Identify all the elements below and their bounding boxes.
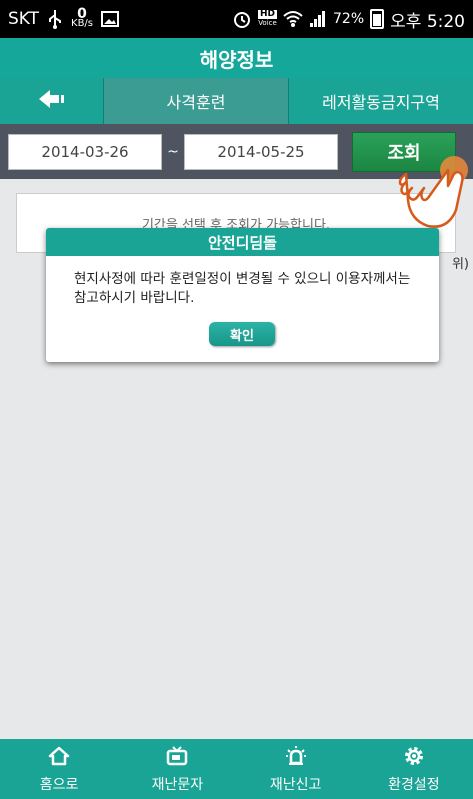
tab-shooting-drill[interactable]: 사격훈련: [104, 78, 289, 124]
tab-leisure-restricted-zone[interactable]: 레저활동금지구역: [289, 78, 473, 124]
nav-disaster-report[interactable]: 재난신고: [237, 739, 355, 799]
nav-label: 재난문자: [151, 776, 204, 793]
back-button[interactable]: [0, 78, 104, 124]
clock: 오후 5:20: [390, 11, 465, 32]
gear-icon: [403, 745, 425, 771]
confirm-button[interactable]: 확인: [209, 322, 275, 346]
nav-label: 환경설정: [388, 776, 440, 793]
date-separator: ~: [167, 143, 179, 160]
status-bar: SKT 0 KB/s HD Voice 72% 오후 5:20: [0, 0, 473, 38]
tv-icon: [166, 745, 188, 771]
battery-icon: [370, 9, 385, 29]
end-date-value: 2014-05-25: [217, 142, 305, 161]
end-date-field[interactable]: 2014-05-25: [184, 133, 338, 170]
hd-voice-icon: HD Voice: [258, 9, 278, 27]
back-arrow-icon: [37, 88, 67, 114]
signal-icon: [309, 10, 327, 28]
confirm-button-label: 확인: [230, 328, 254, 344]
dialog-message: 현지사정에 따라 훈련일정이 변경될 수 있으니 이용자께서는 참고하시기 바랍…: [74, 271, 411, 306]
siren-icon: [285, 745, 307, 771]
title-bar: 해양정보: [0, 38, 473, 78]
carrier-label: SKT: [8, 9, 40, 29]
nav-home[interactable]: 홈으로: [0, 739, 118, 799]
home-icon: [48, 745, 70, 771]
page-title: 해양정보: [199, 47, 274, 72]
nav-settings[interactable]: 환경설정: [355, 739, 473, 799]
dialog-title: 안전디딤돌: [46, 228, 439, 256]
tab-label: 사격훈련: [166, 93, 226, 112]
start-date-field[interactable]: 2014-03-26: [8, 133, 162, 170]
bottom-nav: 홈으로 재난문자 재난신고 환경설정: [0, 739, 473, 799]
image-icon: [101, 11, 120, 27]
usb-icon: [47, 9, 63, 29]
nav-label: 재난신고: [269, 776, 322, 793]
net-speed: 0 KB/s: [71, 6, 94, 29]
battery-percent: 72%: [333, 11, 365, 27]
tab-bar: 사격훈련 레저활동금지구역: [0, 78, 473, 124]
partial-text: 위): [451, 257, 469, 272]
notice-dialog: 안전디딤돌 현지사정에 따라 훈련일정이 변경될 수 있으니 이용자께서는 참고…: [46, 228, 439, 362]
pointing-hand-icon: [398, 140, 470, 240]
wifi-icon: [283, 10, 303, 28]
alarm-icon: [232, 9, 252, 29]
nav-label: 홈으로: [39, 776, 79, 793]
nav-disaster-message[interactable]: 재난문자: [118, 739, 236, 799]
tab-label: 레저활동금지구역: [322, 93, 440, 112]
start-date-value: 2014-03-26: [41, 142, 129, 161]
